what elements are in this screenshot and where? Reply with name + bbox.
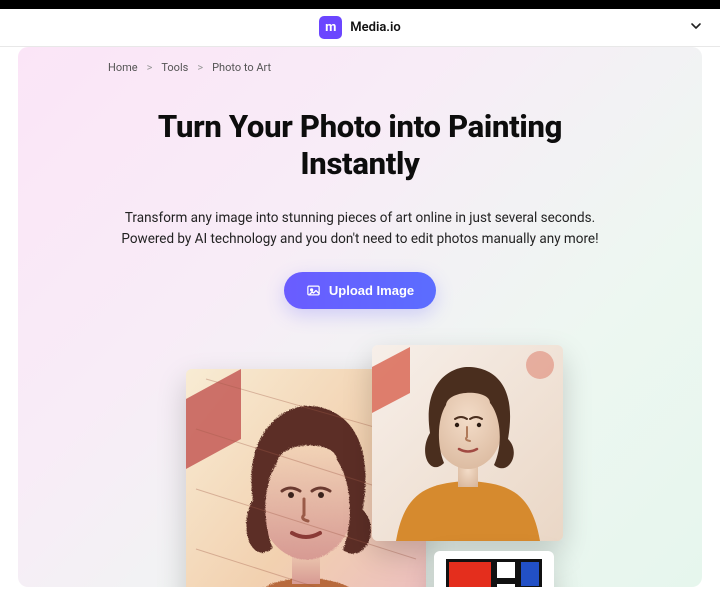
subtitle-line1: Transform any image into stunning pieces… <box>125 210 595 226</box>
page-subtitle: Transform any image into stunning pieces… <box>88 208 632 250</box>
chevron-down-icon <box>688 18 704 34</box>
hero-card: Home > Tools > Photo to Art Turn Your Ph… <box>18 47 702 587</box>
hero-gallery <box>88 345 632 587</box>
image-upload-icon <box>306 283 321 298</box>
breadcrumb-home[interactable]: Home <box>108 61 138 74</box>
breadcrumb-current: Photo to Art <box>212 61 271 74</box>
upload-button-label: Upload Image <box>329 283 414 298</box>
brand[interactable]: m Media.io <box>319 16 400 39</box>
brand-logo-letter: m <box>325 20 336 35</box>
page-container: Home > Tools > Photo to Art Turn Your Ph… <box>0 47 720 587</box>
style-swatch-mondrian <box>434 551 554 587</box>
title-line1: Turn Your Photo into Painting <box>158 108 562 145</box>
window-chrome-strip <box>0 0 720 9</box>
breadcrumb: Home > Tools > Photo to Art <box>108 61 632 74</box>
subtitle-line2: Powered by AI technology and you don't n… <box>121 231 598 247</box>
menu-toggle[interactable] <box>688 18 704 38</box>
page-title: Turn Your Photo into Painting Instantly <box>88 108 632 182</box>
upload-wrap: Upload Image <box>88 272 632 309</box>
brand-name: Media.io <box>350 20 400 35</box>
breadcrumb-separator: > <box>197 61 203 74</box>
breadcrumb-tools[interactable]: Tools <box>161 61 188 74</box>
upload-image-button[interactable]: Upload Image <box>284 272 436 309</box>
original-photo-preview <box>372 345 563 541</box>
title-line2: Instantly <box>300 145 419 182</box>
site-header: m Media.io <box>0 9 720 47</box>
mondrian-icon <box>446 559 542 587</box>
brand-logo-icon: m <box>319 16 342 39</box>
breadcrumb-separator: > <box>147 61 153 74</box>
